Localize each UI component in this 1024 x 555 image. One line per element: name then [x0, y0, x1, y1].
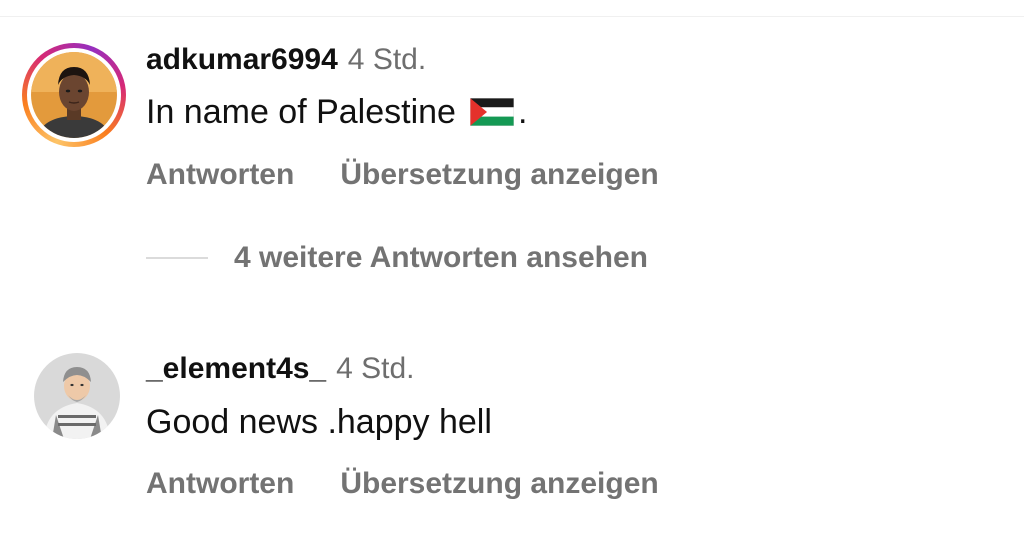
comment-actions: Antworten Übersetzung anzeigen	[146, 157, 659, 193]
comment-text-line: In name of Palestine .	[146, 92, 527, 132]
comment-actions: Antworten Übersetzung anzeigen	[146, 466, 659, 502]
comment-text: Good news .happy hell	[146, 403, 492, 441]
avatar[interactable]	[34, 353, 120, 439]
comment-header: _element4s_ 4 Std.	[146, 351, 415, 387]
reply-button[interactable]: Antworten	[146, 467, 294, 500]
comment-header: adkumar6994 4 Std.	[146, 42, 426, 78]
comment-text: In name of Palestine	[146, 93, 456, 131]
avatar	[31, 52, 117, 138]
comment-time: 4 Std.	[336, 352, 415, 385]
show-translation-button[interactable]: Übersetzung anzeigen	[340, 467, 658, 500]
comment-time: 4 Std.	[347, 43, 427, 76]
username[interactable]: _element4s_	[146, 352, 326, 385]
view-more-replies-label: 4 weitere Antworten ansehen	[234, 241, 648, 274]
top-divider	[0, 16, 1024, 17]
username[interactable]: adkumar6994	[146, 43, 338, 76]
palestine-flag-icon	[469, 95, 515, 127]
comments-thread: adkumar6994 4 Std. In name of Palestine .…	[0, 0, 1024, 555]
view-more-replies-button[interactable]: 4 weitere Antworten ansehen	[146, 240, 648, 276]
comment-text-line: Good news .happy hell	[146, 402, 492, 442]
replies-divider-line	[146, 257, 208, 259]
reply-button[interactable]: Antworten	[146, 158, 294, 191]
comment-text-trailing: .	[517, 93, 528, 131]
show-translation-button[interactable]: Übersetzung anzeigen	[340, 158, 658, 191]
avatar-story-ring[interactable]	[22, 43, 126, 147]
